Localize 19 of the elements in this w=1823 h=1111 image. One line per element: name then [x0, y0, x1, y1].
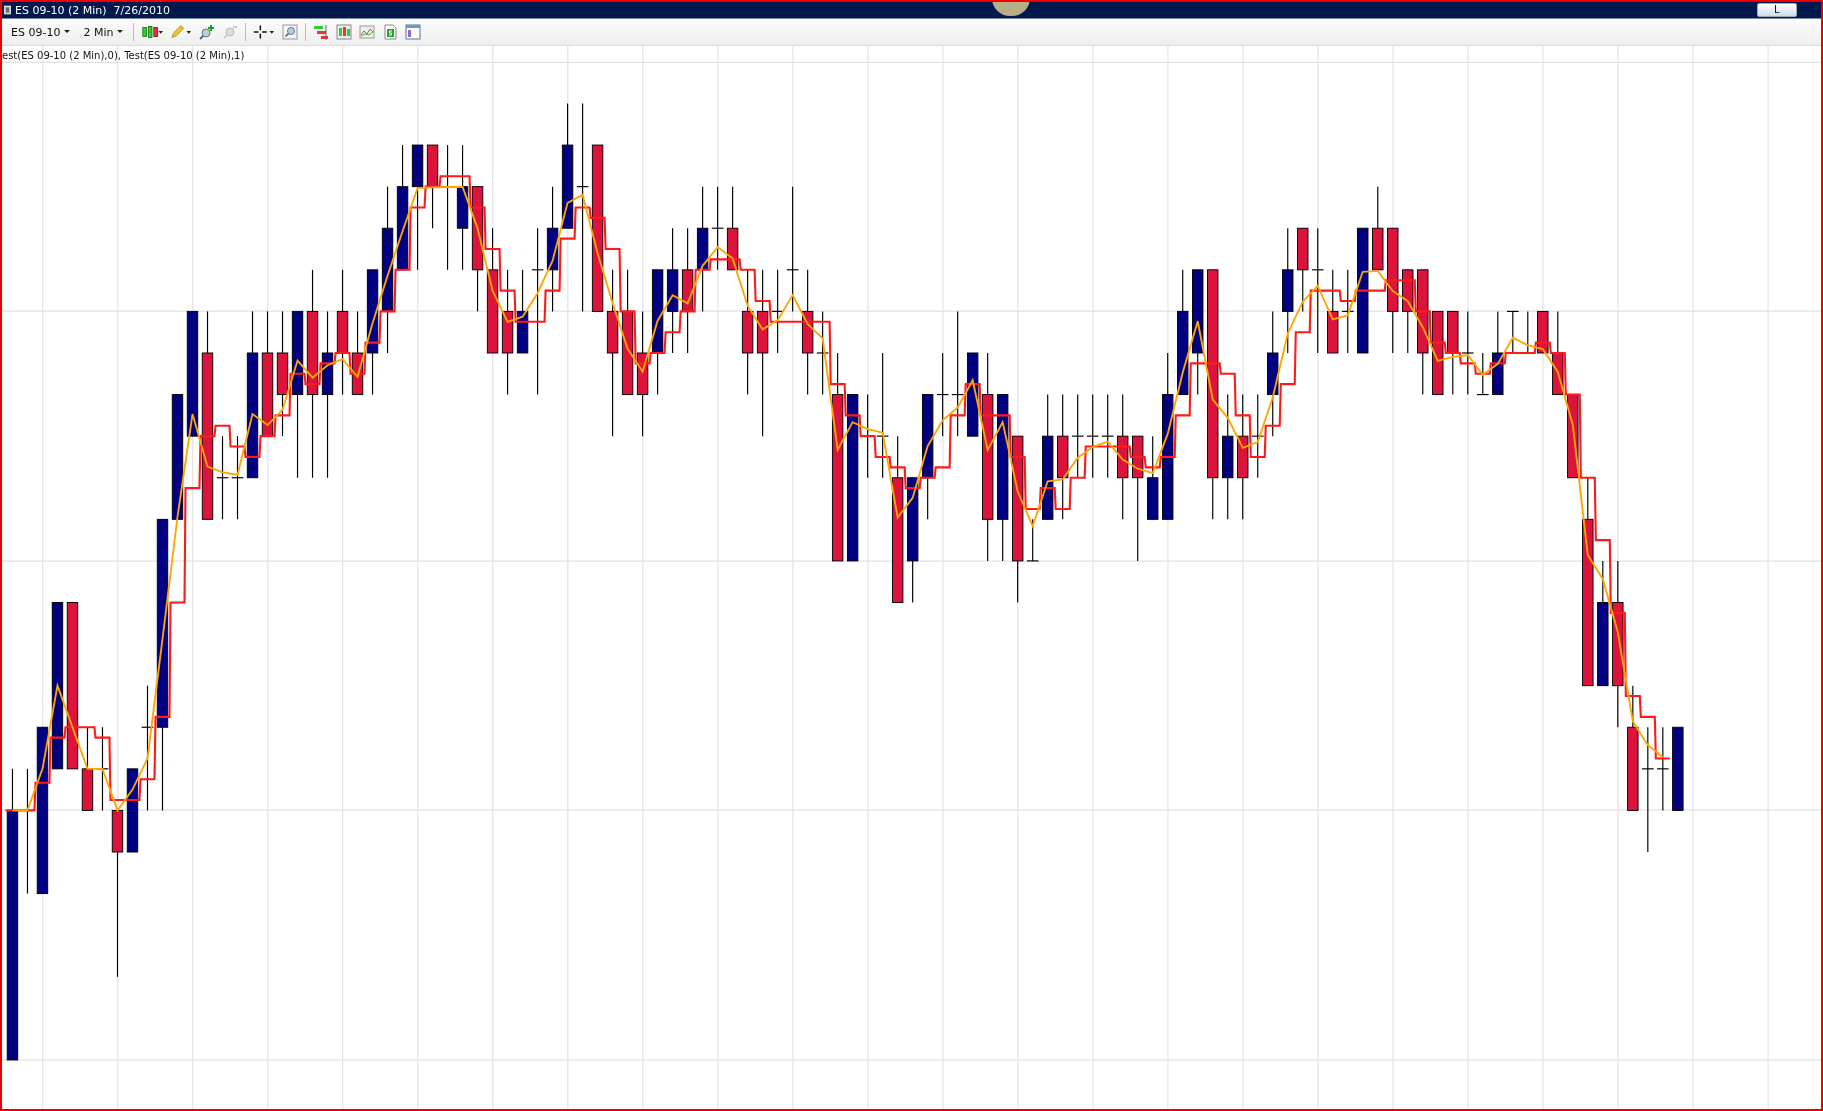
bars-icon[interactable]: [313, 24, 330, 40]
caret-icon: [117, 30, 124, 34]
window-title: ES 09-10 (2 Min) 7/26/2010: [15, 3, 170, 17]
interval-dropdown[interactable]: 2 Min: [80, 25, 127, 39]
window-icon[interactable]: [405, 24, 422, 40]
orb-icon: [992, 2, 1030, 16]
chart-style-icon[interactable]: [336, 24, 353, 40]
crosshair-icon[interactable]: [253, 24, 276, 40]
window-button[interactable]: L: [1757, 3, 1797, 17]
search-icon[interactable]: [282, 24, 299, 40]
dollar-icon[interactable]: [382, 24, 399, 40]
caret-icon: [64, 30, 71, 34]
pencil-icon[interactable]: [170, 24, 193, 40]
line-chart-icon[interactable]: [359, 24, 376, 40]
indicator-legend: est(ES 09-10 (2 Min),0), Test(ES 09-10 (2 Min),1): [2, 50, 245, 61]
instrument-dropdown[interactable]: ES 09-10: [8, 25, 74, 39]
app-icon: [4, 5, 11, 15]
candlestick-icon[interactable]: [141, 24, 164, 40]
zoom-in-icon[interactable]: [199, 24, 216, 40]
